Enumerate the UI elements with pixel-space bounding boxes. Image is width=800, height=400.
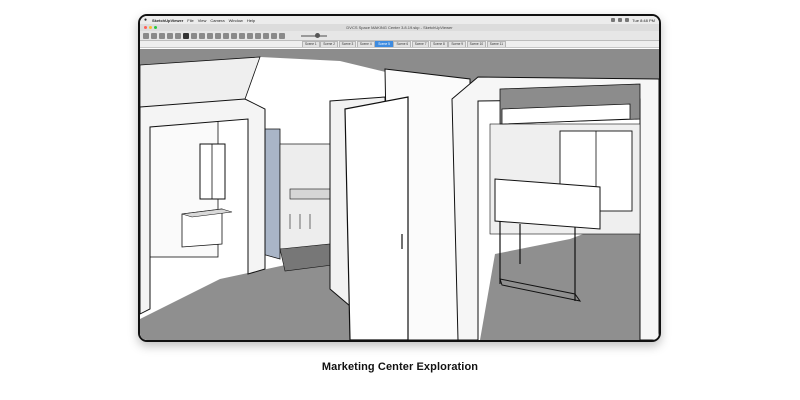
xray-icon[interactable]	[263, 32, 269, 39]
iso-view-icon[interactable]	[215, 32, 221, 39]
top-view-icon[interactable]	[223, 32, 229, 39]
left-room-window	[199, 143, 226, 200]
menu-help[interactable]: Help	[247, 18, 255, 23]
fov-slider-knob[interactable]	[315, 32, 320, 38]
fov-slider[interactable]	[301, 32, 327, 38]
window-title: DVCS Space MAKING Center 3.8.19.skp - Sk…	[346, 25, 453, 30]
tab-scene-3[interactable]: Scene 3	[338, 41, 357, 47]
zoom-extents-icon[interactable]	[175, 32, 181, 39]
section-plane-icon[interactable]	[199, 32, 205, 39]
select-tool-icon[interactable]	[143, 32, 149, 39]
floor-right	[480, 219, 659, 340]
table-top	[494, 178, 601, 230]
minimize-icon[interactable]	[149, 26, 152, 29]
shaded-icon[interactable]	[279, 32, 285, 39]
wireframe-icon[interactable]	[271, 32, 277, 39]
window-controls	[144, 26, 157, 29]
menubar-clock[interactable]: Tue 8:48 PM	[632, 18, 655, 23]
wifi-icon[interactable]	[618, 18, 623, 22]
scene-tabs: Scene 1 Scene 2 Scene 3 Scene 4 Scene 5 Scene…	[140, 41, 659, 48]
tab-scene-2[interactable]: Scene 2	[320, 41, 338, 47]
menu-app[interactable]: SketchUpViewer	[152, 18, 183, 23]
tab-scene-11[interactable]: Scene 11	[486, 41, 506, 47]
zoom-tool-icon[interactable]	[167, 32, 173, 39]
toolbar	[140, 31, 659, 41]
laptop-frame: ● SketchUpViewer File View Camera Window…	[138, 14, 661, 342]
apple-icon[interactable]: ●	[144, 17, 149, 23]
tab-scene-1[interactable]: Scene 1	[302, 41, 320, 47]
tape-measure-icon[interactable]	[207, 32, 213, 39]
pan-tool-icon[interactable]	[159, 32, 165, 39]
menu-window[interactable]: Window	[229, 18, 243, 23]
menu-camera[interactable]: Camera	[210, 18, 224, 23]
tab-scene-6[interactable]: Scene 6	[393, 41, 412, 47]
3d-viewport[interactable]	[140, 49, 659, 340]
zoom-icon[interactable]	[154, 26, 157, 29]
tab-scene-8[interactable]: Scene 8	[430, 41, 448, 47]
kitchen-counter	[289, 188, 331, 200]
battery-icon[interactable]	[625, 18, 630, 22]
close-icon[interactable]	[144, 26, 147, 29]
look-around-icon[interactable]	[191, 32, 197, 39]
center-door[interactable]	[344, 96, 409, 340]
tab-scene-5[interactable]: Scene 5	[375, 41, 393, 47]
model-view	[140, 49, 659, 340]
screen: ● SketchUpViewer File View Camera Window…	[140, 16, 659, 340]
right-view-icon[interactable]	[239, 32, 245, 39]
left-view-icon[interactable]	[255, 32, 261, 39]
tab-scene-9[interactable]: Scene 9	[448, 41, 467, 47]
mac-menubar: ● SketchUpViewer File View Camera Window…	[140, 16, 659, 24]
front-view-icon[interactable]	[231, 32, 237, 39]
tab-scene-4[interactable]: Scene 4	[356, 41, 375, 47]
orbit-tool-icon[interactable]	[151, 32, 157, 39]
walk-tool-icon[interactable]	[183, 32, 189, 39]
back-view-icon[interactable]	[247, 32, 253, 39]
menu-file[interactable]: File	[187, 18, 193, 23]
caption: Marketing Center Exploration	[321, 361, 479, 373]
menu-view[interactable]: View	[198, 18, 207, 23]
status-icon[interactable]	[611, 18, 616, 22]
tab-scene-7[interactable]: Scene 7	[411, 41, 430, 47]
tab-scene-10[interactable]: Scene 10	[466, 41, 487, 47]
window-titlebar: DVCS Space MAKING Center 3.8.19.skp - Sk…	[140, 24, 659, 31]
